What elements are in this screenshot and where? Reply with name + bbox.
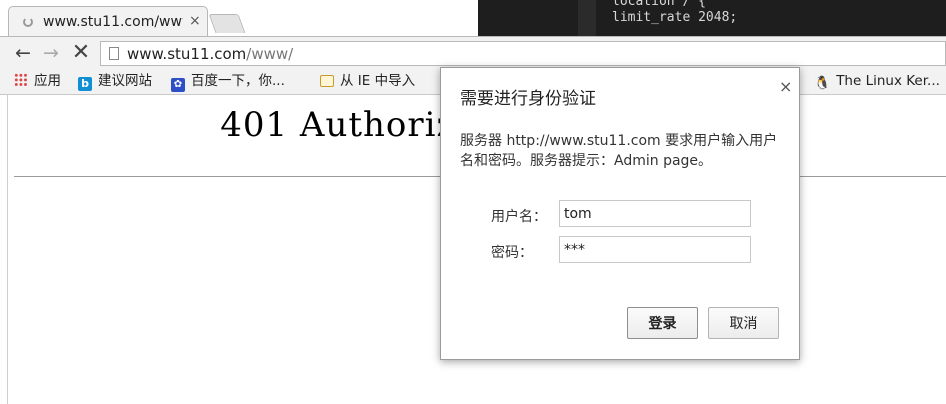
dialog-message: 服务器 http://www.stu11.com 要求用户输入用户名和密码。服务…: [460, 133, 778, 169]
password-label: 密码：: [491, 245, 533, 261]
window-edge: [7, 95, 8, 404]
terminal-line: location / {: [612, 0, 706, 9]
tab-title: www.stu11.com/www/: [43, 14, 183, 30]
bookmark-label: 从 IE 中导入: [340, 73, 416, 89]
bookmark-suggested-sites[interactable]: b 建议网站: [78, 72, 152, 91]
bookmark-label: 应用: [34, 73, 61, 89]
bookmark-import-ie[interactable]: 从 IE 中导入: [320, 72, 415, 90]
username-label: 用户名：: [491, 209, 547, 225]
folder-icon: [320, 75, 334, 87]
apps-icon: [14, 73, 28, 87]
forward-arrow-icon[interactable]: →: [40, 42, 62, 64]
stop-loading-icon[interactable]: ✕: [70, 42, 92, 64]
new-tab-button[interactable]: [208, 14, 246, 33]
bookmark-baidu[interactable]: ✿ 百度一下，你...: [171, 72, 285, 92]
browser-toolbar: ← → ✕ www.stu11.com/www/: [0, 36, 946, 69]
tab-strip: location / { limit_rate 2048; www.stu11.…: [0, 0, 946, 36]
bookmark-label: The Linux Ker...: [836, 73, 940, 89]
url-host: www.stu11.com: [127, 45, 247, 63]
address-url[interactable]: www.stu11.com/www/: [127, 45, 293, 63]
bookmark-label: 百度一下，你...: [191, 73, 285, 89]
auth-dialog: 需要进行身份验证 × 服务器 http://www.stu11.com 要求用户…: [440, 67, 800, 360]
terminal-line: limit_rate 2048;: [612, 10, 738, 25]
bookmark-linux-kernel[interactable]: 🐧 The Linux Ker...: [814, 72, 940, 91]
tux-icon: 🐧: [814, 76, 831, 91]
browser-tab[interactable]: www.stu11.com/www/ ×: [8, 6, 208, 36]
tab-close-icon[interactable]: ×: [189, 13, 201, 29]
url-path: /www/: [246, 45, 294, 63]
username-input[interactable]: [559, 200, 751, 227]
login-button[interactable]: 登录: [627, 307, 698, 339]
back-arrow-icon[interactable]: ←: [12, 42, 34, 64]
page-icon: [109, 47, 119, 60]
terminal-gap: [578, 0, 596, 36]
bookmark-apps[interactable]: 应用: [14, 72, 61, 90]
password-input[interactable]: [559, 236, 751, 263]
cancel-button[interactable]: 取消: [708, 307, 779, 339]
loading-spinner-icon: [23, 17, 33, 27]
bing-icon: b: [78, 77, 92, 91]
close-icon[interactable]: ×: [779, 77, 792, 96]
background-terminal-window: location / { limit_rate 2048;: [478, 0, 946, 36]
baidu-icon: ✿: [171, 78, 185, 92]
address-bar[interactable]: www.stu11.com/www/: [100, 41, 946, 66]
dialog-title: 需要进行身份验证: [460, 89, 596, 109]
bookmark-label: 建议网站: [98, 73, 152, 89]
